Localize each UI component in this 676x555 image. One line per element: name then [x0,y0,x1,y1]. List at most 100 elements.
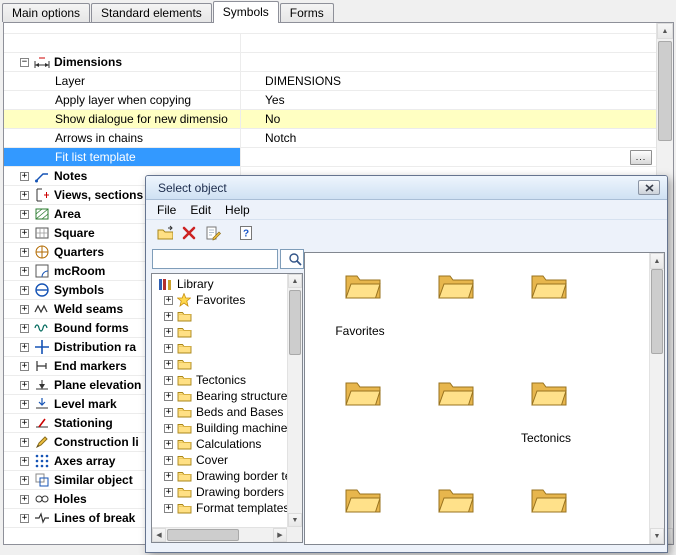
property-row[interactable]: Apply layer when copyingYes [4,91,656,110]
scroll-up-button[interactable]: ▲ [650,253,664,269]
expand-box[interactable]: + [164,472,173,481]
expand-box[interactable]: + [164,312,173,321]
folder-item[interactable] [408,472,498,544]
scrollbar-thumb[interactable] [651,269,663,354]
expand-box[interactable]: + [164,504,173,513]
expand-box[interactable]: + [164,440,173,449]
folder-item[interactable]: Favorites [315,258,405,365]
scroll-down-button[interactable]: ▼ [650,528,664,544]
search-input[interactable] [152,249,278,269]
expand-box[interactable]: + [20,343,29,352]
expand-box[interactable]: + [164,296,173,305]
scrollbar-thumb[interactable] [167,529,239,541]
tab-standard-elements[interactable]: Standard elements [91,3,212,22]
expand-box[interactable]: + [20,267,29,276]
delete-button[interactable] [175,222,197,244]
expand-box[interactable]: + [20,229,29,238]
folder-grid: Favorites Tectonics [305,253,649,544]
dialog-tree-item[interactable]: +Tectonics [152,372,287,388]
expand-box[interactable]: + [20,514,29,523]
menu-edit[interactable]: Edit [183,201,218,219]
rename-button[interactable] [199,222,221,244]
close-button[interactable] [638,180,660,195]
property-row[interactable]: Arrows in chainsNotch [4,129,656,148]
search-button[interactable] [280,249,304,269]
menu-file[interactable]: File [150,201,183,219]
expand-box[interactable]: + [20,457,29,466]
dialog-tree-item[interactable]: + [152,356,287,372]
dialog-tree-item[interactable]: +Format templates [152,500,287,516]
expand-box[interactable]: + [164,360,173,369]
scroll-up-button[interactable]: ▲ [657,23,673,39]
expand-box[interactable]: + [20,248,29,257]
property-row[interactable]: Show dialogue for new dimensioNo [4,110,656,129]
dialog-tree-item[interactable]: +Drawing border te [152,468,287,484]
dialog-tree-item[interactable]: +Building machines [152,420,287,436]
scroll-up-icon: ▲ [662,28,669,35]
expand-box[interactable]: + [20,324,29,333]
scroll-up-button[interactable]: ▲ [288,274,302,288]
expand-box[interactable]: + [164,456,173,465]
star-icon [176,292,192,308]
tab-forms[interactable]: Forms [280,3,334,22]
folder-item[interactable] [501,258,591,365]
expand-box[interactable]: + [20,381,29,390]
expand-box[interactable]: + [20,305,29,314]
expand-box[interactable]: + [20,191,29,200]
menu-help[interactable]: Help [218,201,257,219]
expand-box[interactable]: + [20,495,29,504]
expand-box[interactable]: + [164,392,173,401]
expand-box[interactable]: + [20,400,29,409]
dialog-tree-item[interactable]: + [152,324,287,340]
tab-main-options[interactable]: Main options [2,3,90,22]
folder-item[interactable] [501,472,591,544]
expand-box[interactable]: + [20,286,29,295]
folder-scrollbar[interactable]: ▲ ▼ [649,253,664,544]
dialog-tree-item[interactable]: Library [152,276,287,292]
folder-icon [176,340,192,356]
scroll-left-button[interactable]: ◀ [152,528,166,542]
property-row[interactable]: LayerDIMENSIONS [4,72,656,91]
dialog-tree-item[interactable]: +Cover [152,452,287,468]
scrollbar-thumb[interactable] [289,290,301,355]
dialog-tree-item[interactable]: +Favorites [152,292,287,308]
help-button[interactable]: ? [232,222,254,244]
tree-item-label: Lines of break [54,511,135,525]
expand-box[interactable]: + [20,362,29,371]
scrollbar-thumb[interactable] [658,41,672,141]
expand-box[interactable]: + [164,424,173,433]
expand-box[interactable]: + [20,210,29,219]
property-row[interactable]: Fit list template... [4,148,656,167]
expand-box[interactable]: + [164,408,173,417]
dialog-tree-item[interactable]: +Calculations [152,436,287,452]
expand-box[interactable]: + [20,172,29,181]
expand-box[interactable]: + [20,419,29,428]
dialog-tree-item[interactable]: + [152,340,287,356]
folder-item[interactable]: Tectonics [501,365,591,472]
expand-box[interactable]: + [164,328,173,337]
expand-box[interactable]: + [164,488,173,497]
scroll-down-button[interactable]: ▼ [288,513,302,527]
tree-item-label: Holes [54,492,87,506]
expand-box[interactable]: + [20,438,29,447]
dialog-tree-item[interactable]: +Bearing structures [152,388,287,404]
collapse-box[interactable]: − [20,58,29,67]
dialog-titlebar[interactable]: Select object [146,176,667,200]
folder-item[interactable] [315,365,405,472]
browse-button[interactable]: ... [630,150,652,165]
folder-item[interactable] [315,472,405,544]
expand-box[interactable]: + [164,344,173,353]
folder-item[interactable] [408,365,498,472]
expand-box[interactable]: + [164,376,173,385]
scroll-right-button[interactable]: ▶ [273,528,287,542]
folder-item[interactable] [408,258,498,365]
tab-symbols[interactable]: Symbols [213,1,279,23]
open-folder-button[interactable] [151,222,173,244]
tree-hscrollbar[interactable]: ◀ ▶ [152,527,287,542]
tree-scrollbar[interactable]: ▲ ▼ [287,274,302,527]
dialog-tree-item[interactable]: + [152,308,287,324]
tree-group-dimensions[interactable]: −Dimensions [4,53,656,72]
dialog-tree-item[interactable]: +Drawing borders te [152,484,287,500]
expand-box[interactable]: + [20,476,29,485]
dialog-tree-item[interactable]: +Beds and Bases [152,404,287,420]
